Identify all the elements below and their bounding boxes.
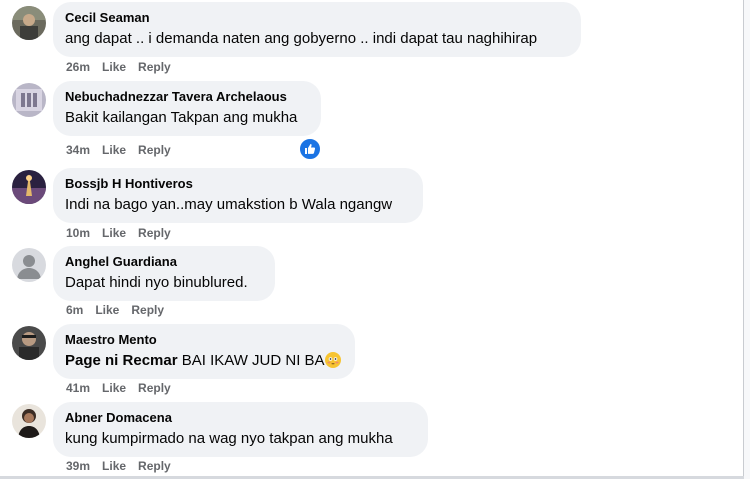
- comment-text: Dapat hindi nyo binublured.: [65, 274, 248, 291]
- like-button[interactable]: Like: [102, 60, 126, 74]
- reply-button[interactable]: Reply: [138, 60, 171, 74]
- default-avatar-icon: [12, 248, 46, 282]
- comment-actions: 34m Like Reply: [66, 142, 183, 158]
- mention-link[interactable]: Page ni Recmar: [65, 352, 178, 369]
- window-border: [743, 0, 750, 479]
- comment-text-body: BAI IKAW JUD NI BA: [181, 352, 325, 369]
- like-reaction-icon[interactable]: [298, 137, 322, 161]
- comment-author[interactable]: Anghel Guardiana: [65, 254, 263, 270]
- comment-bubble: Abner Domacena kung kumpirmado na wag ny…: [53, 402, 428, 457]
- comment-timestamp[interactable]: 41m: [66, 381, 90, 395]
- comment-actions: 6m Like Reply: [66, 302, 176, 318]
- profile-photo-icon: [12, 404, 46, 438]
- profile-photo-icon: [12, 83, 46, 117]
- profile-photo-icon: [12, 326, 46, 360]
- comment-timestamp[interactable]: 10m: [66, 226, 90, 240]
- like-button[interactable]: Like: [102, 143, 126, 157]
- reply-button[interactable]: Reply: [138, 381, 171, 395]
- avatar[interactable]: [12, 6, 46, 40]
- comment-actions: 39m Like Reply: [66, 458, 183, 474]
- reply-button[interactable]: Reply: [138, 459, 171, 473]
- reply-button[interactable]: Reply: [131, 303, 164, 317]
- comment-timestamp[interactable]: 6m: [66, 303, 83, 317]
- comment-author[interactable]: Nebuchadnezzar Tavera Archelaous: [65, 89, 309, 105]
- comment-author[interactable]: Cecil Seaman: [65, 10, 569, 26]
- comment-bubble: Cecil Seaman ang dapat .. i demanda nate…: [53, 2, 581, 57]
- comment-bubble: Anghel Guardiana Dapat hindi nyo binublu…: [53, 246, 275, 301]
- avatar[interactable]: [12, 170, 46, 204]
- avatar[interactable]: [12, 326, 46, 360]
- comment-timestamp[interactable]: 34m: [66, 143, 90, 157]
- avatar[interactable]: [12, 83, 46, 117]
- comment-text: kung kumpirmado na wag nyo takpan ang mu…: [65, 430, 393, 447]
- comment-text: ang dapat .. i demanda naten ang gobyern…: [65, 30, 538, 47]
- thumbs-up-icon: [305, 144, 316, 154]
- comment-text: Indi na bago yan..may umakstion b Wala n…: [65, 196, 393, 213]
- like-button[interactable]: Like: [102, 381, 126, 395]
- comment-text: Bakit kailangan Takpan ang mukha: [65, 109, 298, 126]
- reply-button[interactable]: Reply: [138, 143, 171, 157]
- profile-photo-icon: [12, 6, 46, 40]
- avatar[interactable]: [12, 404, 46, 438]
- comment-text: Page ni Recmar BAI IKAW JUD NI BA: [65, 351, 343, 371]
- comment-bubble: Maestro Mento Page ni Recmar BAI IKAW JU…: [53, 324, 355, 379]
- comment-bubble: Nebuchadnezzar Tavera Archelaous Bakit k…: [53, 81, 321, 136]
- like-button[interactable]: Like: [102, 459, 126, 473]
- comment-author[interactable]: Bossjb H Hontiveros: [65, 176, 411, 192]
- comment-bubble: Bossjb H Hontiveros Indi na bago yan..ma…: [53, 168, 423, 223]
- comment-actions: 41m Like Reply: [66, 380, 183, 396]
- comment-timestamp[interactable]: 39m: [66, 459, 90, 473]
- comment-actions: 10m Like Reply: [66, 225, 183, 241]
- like-button[interactable]: Like: [95, 303, 119, 317]
- avatar[interactable]: [12, 248, 46, 282]
- profile-photo-icon: [12, 170, 46, 204]
- reply-button[interactable]: Reply: [138, 226, 171, 240]
- flushed-face-emoji-icon: [324, 352, 341, 368]
- like-button[interactable]: Like: [102, 226, 126, 240]
- comment-author[interactable]: Abner Domacena: [65, 410, 416, 426]
- comment-actions: 26m Like Reply: [66, 59, 183, 75]
- comment-timestamp[interactable]: 26m: [66, 60, 90, 74]
- comment-author[interactable]: Maestro Mento: [65, 332, 343, 348]
